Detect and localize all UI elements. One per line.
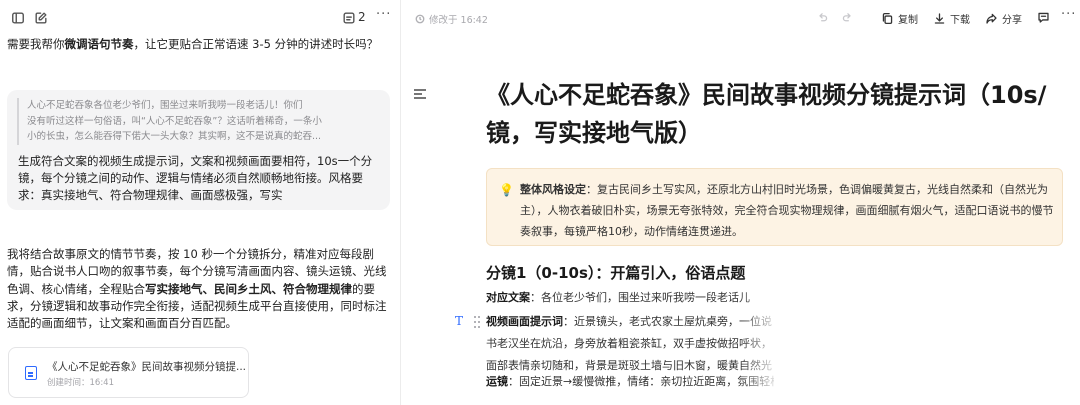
more-icon[interactable]: ··· xyxy=(1061,7,1076,22)
more-icon[interactable]: ··· xyxy=(376,7,391,22)
file-card-time: 创建时间：16:41 xyxy=(47,378,114,388)
style-callout: 💡 整体风格设定：复古民间乡土写实风，还原北方山村旧时光场景，色调偏暖黄复古，光… xyxy=(486,168,1063,246)
share-icon xyxy=(986,13,997,24)
assistant-question: 需要我帮你微调语句节奏，让它更贴合正常语速 3-5 分钟的讲述时长吗？ xyxy=(7,37,379,51)
new-chat-icon[interactable] xyxy=(33,10,49,26)
content-fade xyxy=(741,285,781,395)
file-card-title: 《人心不足蛇吞象》民间故事视频分镜提... xyxy=(47,361,247,373)
file-card[interactable]: 《人心不足蛇吞象》民间故事视频分镜提... 创建时间：16:41 xyxy=(8,347,249,398)
row-script: 对应文案：各位老少爷们，围坐过来听我唠一段老话儿 xyxy=(486,291,750,304)
quoted-text: 人心不足蛇吞象各位老少爷们，围坐过来听我唠一段老话儿！你们 没有听过这样一句俗语… xyxy=(17,98,327,145)
outline-icon[interactable] xyxy=(414,89,426,99)
lightbulb-icon: 💡 xyxy=(499,183,514,197)
undo-icon xyxy=(819,13,828,22)
copy-button[interactable]: 复制 xyxy=(881,11,918,26)
sidebar-toggle-icon[interactable] xyxy=(10,10,26,26)
copy-icon xyxy=(882,12,893,25)
document-icon xyxy=(25,366,37,380)
document-count[interactable]: 2 xyxy=(358,10,366,24)
clock-icon xyxy=(415,14,425,24)
drag-handle-icon[interactable] xyxy=(474,316,480,328)
quote-line: 小的长虫，怎么能吞得下偌大一头大象？其实啊，这不是说真的蛇吞... xyxy=(27,131,322,142)
quote-line: 没有听过这样一句俗语，叫“人心不足蛇吞象”？这话听着稀奇，一条小 xyxy=(27,115,322,127)
redo-icon xyxy=(842,13,851,22)
comment-icon xyxy=(1038,12,1049,23)
app-window: 2 ··· 需要我帮你微调语句节奏，让它更贴合正常语速 3-5 分钟的讲述时长吗… xyxy=(0,0,1080,405)
comment-button[interactable] xyxy=(1037,11,1050,24)
undo-button[interactable] xyxy=(816,11,829,24)
user-message-bubble: 人心不足蛇吞象各位老少爷们，围坐过来听我唠一段老话儿！你们 没有听过这样一句俗语… xyxy=(7,90,390,210)
user-message-text: 生成符合文案的视频生成提示词，文案和视频画面要相符，10s一个分镜，每个分镜之间… xyxy=(18,154,373,202)
assistant-response: 我将结合故事原文的情节节奏，按 10 秒一个分镜拆分，精准对应每段剧情，贴合说书… xyxy=(7,247,387,331)
quote-line: 人心不足蛇吞象各位老少爷们，围坐过来听我唠一段老话儿！你们 xyxy=(27,100,303,111)
modified-time: 修改于 16:42 xyxy=(415,12,488,26)
chat-header: 2 ··· xyxy=(0,0,400,36)
redo-button[interactable] xyxy=(841,11,854,24)
document-panel: 修改于 16:42 复制 下载 分享 ··· 《人心不足蛇吞象》民间故事视频分镜… xyxy=(401,0,1080,405)
share-button[interactable]: 分享 xyxy=(985,11,1022,26)
chat-panel: 2 ··· 需要我帮你微调语句节奏，让它更贴合正常语速 3-5 分钟的讲述时长吗… xyxy=(0,0,401,405)
callout-text: 整体风格设定：复古民间乡土写实风，还原北方山村旧时光场景，色调偏暖黄复古，光线自… xyxy=(520,183,1054,238)
section-heading: 分镜1（0-10s）：开篇引入，俗语点题 xyxy=(486,264,746,282)
document-count-icon[interactable] xyxy=(341,10,357,26)
document-title: 《人心不足蛇吞象》民间故事视频分镜提示词（10s/镜，写实接地气版） xyxy=(486,81,1047,147)
row-visual-prompt: 视频画面提示词：近景镜头，老式农家土屋炕桌旁，一位说书老汉坐在炕沿，身旁放着粗瓷… xyxy=(486,315,772,372)
row-camera: 运镜：固定近景→缓慢微推，情绪：亲切拉近距离，氛围轻松 xyxy=(486,375,774,388)
download-button[interactable]: 下载 xyxy=(933,11,970,26)
text-format-icon[interactable]: T xyxy=(455,314,471,330)
document-toolbar: 修改于 16:42 复制 下载 分享 ··· xyxy=(401,0,1080,36)
download-icon xyxy=(934,13,945,24)
